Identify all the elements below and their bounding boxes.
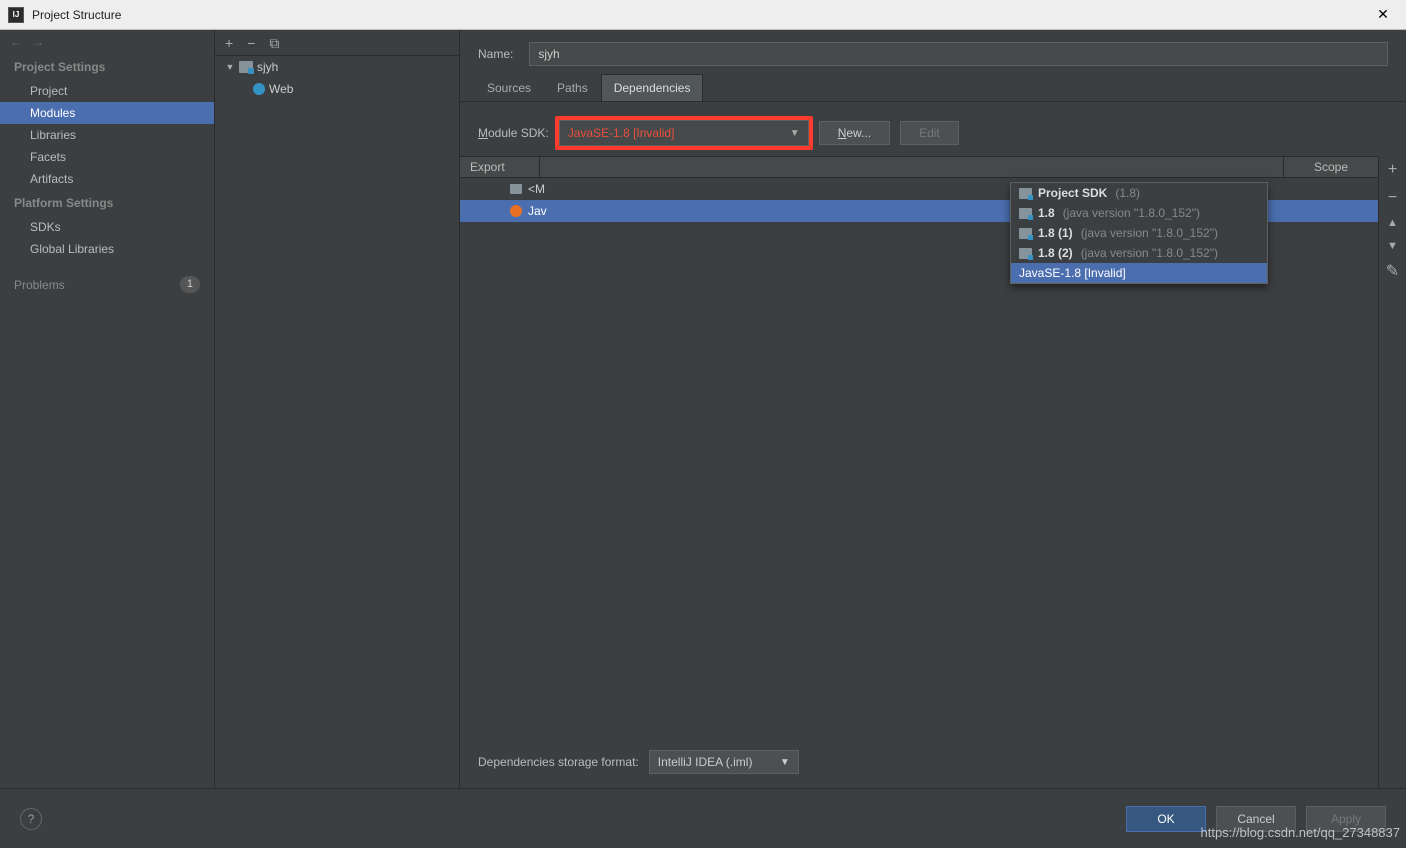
title-bar: IJ Project Structure ✕ bbox=[0, 0, 1406, 30]
copy-icon[interactable]: ⧉ bbox=[269, 36, 279, 50]
java-icon bbox=[510, 205, 522, 217]
edit-dependency-icon[interactable]: ✎ bbox=[1386, 264, 1399, 280]
tab-dependencies[interactable]: Dependencies bbox=[601, 74, 704, 101]
move-up-icon[interactable]: ▲ bbox=[1387, 218, 1398, 229]
close-icon[interactable]: ✕ bbox=[1368, 6, 1398, 23]
dep-label: <M bbox=[528, 182, 545, 196]
forward-icon[interactable]: → bbox=[32, 35, 44, 49]
module-sdk-row: Module SDK: JavaSE-1.8 [Invalid] ▼ New..… bbox=[460, 102, 1406, 156]
module-source-icon bbox=[510, 184, 522, 194]
back-icon[interactable]: ← bbox=[10, 35, 22, 49]
sdk-dropdown[interactable]: Project SDK (1.8) 1.8 (java version "1.8… bbox=[1010, 182, 1268, 284]
remove-dependency-icon[interactable]: − bbox=[1388, 190, 1397, 206]
sidebar-item-modules[interactable]: Modules bbox=[0, 102, 214, 124]
section-platform-settings: Platform Settings bbox=[0, 190, 214, 216]
module-tree-panel: + − ⧉ ▼ sjyh Web bbox=[215, 30, 460, 788]
module-icon bbox=[239, 61, 253, 73]
tree-child-label: Web bbox=[269, 82, 293, 96]
storage-row: Dependencies storage format: IntelliJ ID… bbox=[460, 736, 1378, 788]
dependencies-header: Export Scope bbox=[460, 156, 1378, 178]
sidebar-item-facets[interactable]: Facets bbox=[0, 146, 214, 168]
sdk-option-invalid[interactable]: JavaSE-1.8 [Invalid] bbox=[1011, 263, 1267, 283]
col-scope[interactable]: Scope bbox=[1283, 157, 1378, 177]
cancel-button[interactable]: Cancel bbox=[1216, 806, 1296, 832]
sidebar-item-global-libraries[interactable]: Global Libraries bbox=[0, 238, 214, 260]
expand-icon[interactable]: ▼ bbox=[225, 62, 235, 72]
window-title: Project Structure bbox=[32, 8, 1368, 22]
sdk-option-18-2[interactable]: 1.8 (2) (java version "1.8.0_152") bbox=[1011, 243, 1267, 263]
col-export[interactable]: Export bbox=[460, 157, 540, 177]
sdk-icon bbox=[1019, 248, 1032, 259]
move-down-icon[interactable]: ▼ bbox=[1387, 241, 1398, 252]
sidebar-item-libraries[interactable]: Libraries bbox=[0, 124, 214, 146]
help-button[interactable]: ? bbox=[20, 808, 42, 830]
sidebar-item-project[interactable]: Project bbox=[0, 80, 214, 102]
tree-facet-web[interactable]: Web bbox=[215, 78, 459, 100]
storage-format-combo[interactable]: IntelliJ IDEA (.iml) ▼ bbox=[649, 750, 799, 774]
app-icon: IJ bbox=[8, 7, 24, 23]
sidebar-nav: ← → bbox=[0, 30, 214, 54]
sidebar-item-sdks[interactable]: SDKs bbox=[0, 216, 214, 238]
remove-icon[interactable]: − bbox=[247, 36, 255, 50]
name-label: Name: bbox=[478, 47, 513, 61]
add-icon[interactable]: + bbox=[225, 36, 233, 50]
module-name-input[interactable] bbox=[529, 42, 1388, 66]
chevron-down-icon: ▼ bbox=[790, 128, 800, 139]
edit-sdk-button[interactable]: Edit bbox=[900, 121, 959, 145]
name-row: Name: bbox=[460, 30, 1406, 74]
apply-button[interactable]: Apply bbox=[1306, 806, 1386, 832]
module-tabs: Sources Paths Dependencies bbox=[460, 74, 1406, 102]
chevron-down-icon: ▼ bbox=[780, 757, 790, 768]
add-dependency-icon[interactable]: + bbox=[1388, 162, 1397, 178]
ok-button[interactable]: OK bbox=[1126, 806, 1206, 832]
storage-label: Dependencies storage format: bbox=[478, 755, 639, 769]
problems-count-badge: 1 bbox=[180, 276, 200, 293]
sidebar-item-problems[interactable]: Problems 1 bbox=[0, 270, 214, 299]
sidebar: ← → Project Settings Project Modules Lib… bbox=[0, 30, 215, 788]
dependencies-toolbar: + − ▲ ▼ ✎ bbox=[1378, 156, 1406, 788]
detail-panel: Name: Sources Paths Dependencies Module … bbox=[460, 30, 1406, 788]
sdk-option-18-1[interactable]: 1.8 (1) (java version "1.8.0_152") bbox=[1011, 223, 1267, 243]
sdk-icon bbox=[1019, 188, 1032, 199]
tree-root-label: sjyh bbox=[257, 60, 278, 74]
sdk-icon bbox=[1019, 208, 1032, 219]
problems-label: Problems bbox=[14, 278, 65, 292]
col-name[interactable] bbox=[540, 157, 1283, 177]
section-project-settings: Project Settings bbox=[0, 54, 214, 80]
tree-toolbar: + − ⧉ bbox=[215, 30, 459, 56]
new-sdk-button[interactable]: New... bbox=[819, 121, 890, 145]
tree-module-root[interactable]: ▼ sjyh bbox=[215, 56, 459, 78]
sidebar-item-artifacts[interactable]: Artifacts bbox=[0, 168, 214, 190]
tab-paths[interactable]: Paths bbox=[544, 74, 601, 101]
module-sdk-value: JavaSE-1.8 [Invalid] bbox=[568, 126, 675, 140]
storage-value: IntelliJ IDEA (.iml) bbox=[658, 755, 753, 769]
sdk-option-project[interactable]: Project SDK (1.8) bbox=[1011, 183, 1267, 203]
sdk-icon bbox=[1019, 228, 1032, 239]
tab-sources[interactable]: Sources bbox=[474, 74, 544, 101]
web-icon bbox=[253, 83, 265, 95]
dep-label: Jav bbox=[528, 204, 547, 218]
dialog-footer: ? OK Cancel Apply bbox=[0, 788, 1406, 848]
module-sdk-label: Module SDK: bbox=[478, 126, 549, 140]
module-sdk-combo[interactable]: JavaSE-1.8 [Invalid] ▼ bbox=[559, 120, 809, 146]
sdk-option-18[interactable]: 1.8 (java version "1.8.0_152") bbox=[1011, 203, 1267, 223]
